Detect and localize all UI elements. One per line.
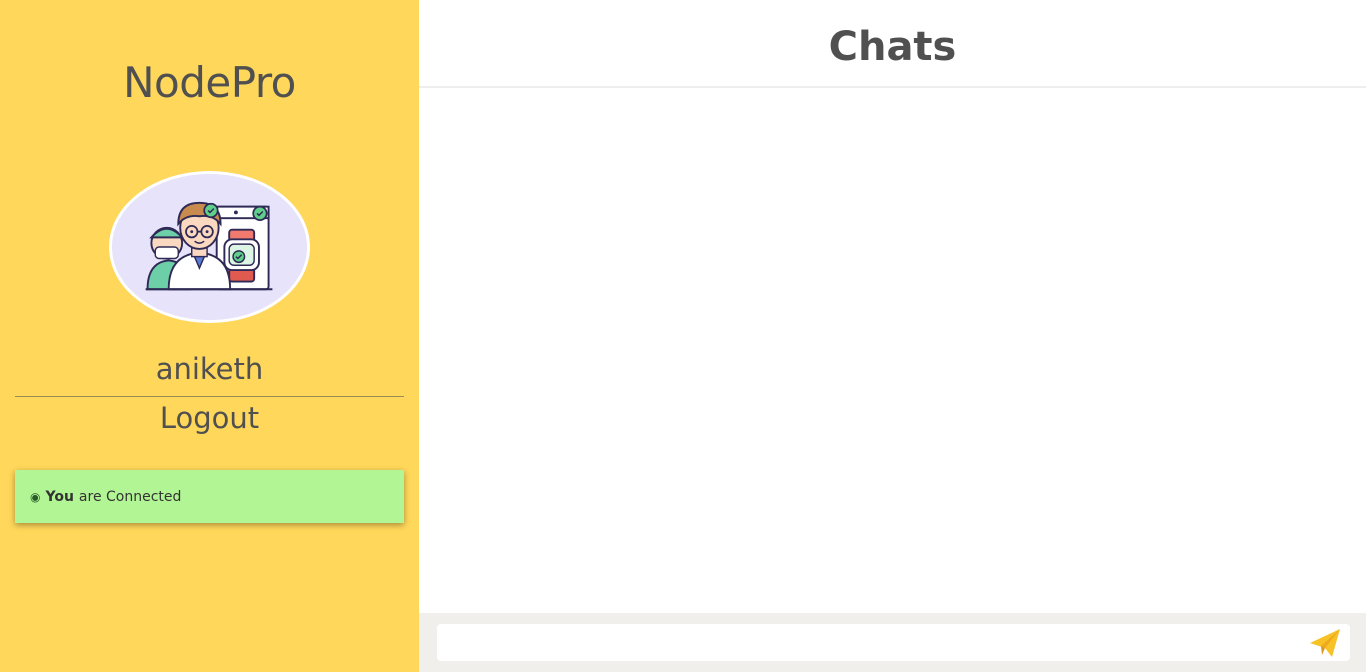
page-title: Chats: [828, 24, 957, 70]
doctor-team-illustration-icon: [112, 174, 307, 320]
message-input[interactable]: [437, 624, 1350, 661]
chat-messages-area[interactable]: [419, 89, 1366, 613]
message-composer: [419, 613, 1366, 672]
status-text: are Connected: [78, 488, 182, 505]
avatar: [109, 171, 310, 323]
status-you-label: You: [45, 488, 74, 505]
status-dot-icon: ◉: [30, 489, 41, 504]
sidebar: NodePro aniketh Logout ◉ You are Connect…: [0, 0, 419, 672]
send-button[interactable]: [1306, 624, 1344, 661]
chat-header: Chats: [419, 0, 1366, 88]
chat-panel: Chats: [419, 0, 1366, 672]
sidebar-divider: [15, 396, 404, 397]
connection-status-banner: ◉ You are Connected: [15, 470, 404, 523]
username: aniketh: [155, 352, 264, 386]
paper-plane-icon: [1310, 628, 1340, 657]
brand-title: NodePro: [123, 58, 296, 107]
logout-button[interactable]: Logout: [0, 401, 419, 435]
